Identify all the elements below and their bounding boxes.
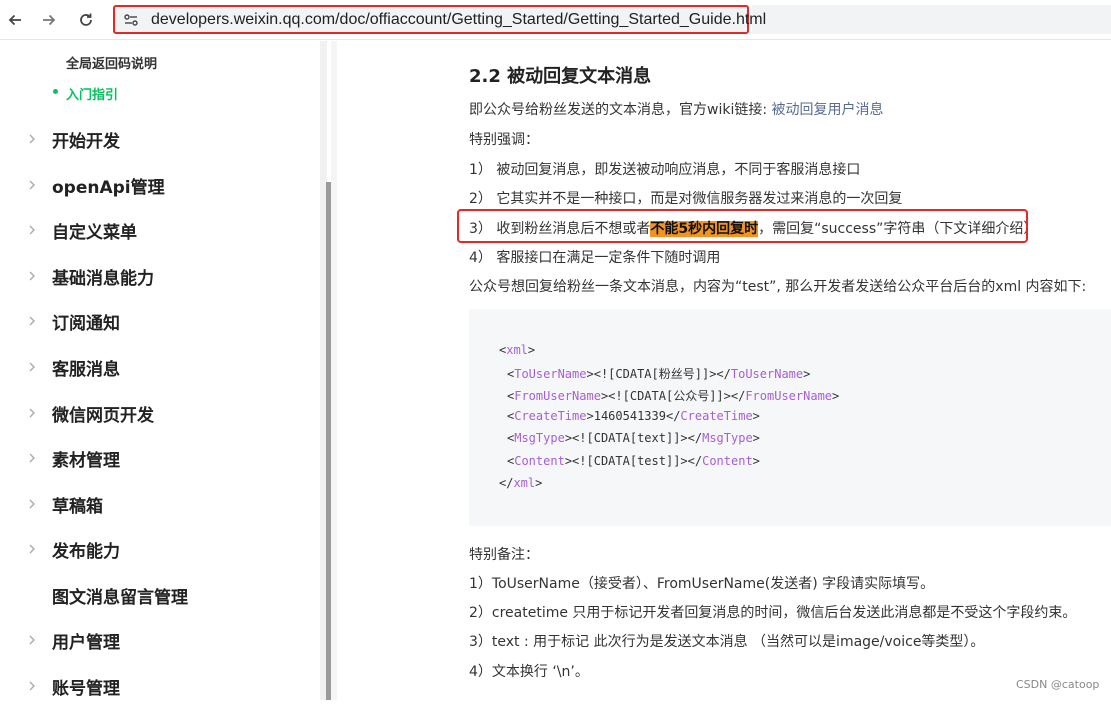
chevron-right-icon bbox=[29, 225, 35, 235]
sidebar-item-label: 自定义菜单 bbox=[52, 222, 137, 243]
sidebar-item-label: 账号管理 bbox=[52, 678, 120, 699]
code-tag: Content bbox=[514, 454, 565, 468]
browser-toolbar: developers.weixin.qq.com/doc/offiaccount… bbox=[0, 0, 1111, 40]
code-value: <![CDATA[公众号]]> bbox=[608, 389, 731, 403]
xml-intro: 公众号想回复给粉丝一条文本消息，内容为“test”, 那么开发者发送给公众平台后… bbox=[469, 279, 1087, 295]
sidebar-item-label: 开始开发 bbox=[52, 131, 120, 152]
point-4: 4） 客服接口在满足一定条件下随时调用 bbox=[469, 250, 721, 266]
sidebar-item-openapi[interactable]: openApi管理 bbox=[0, 165, 320, 205]
sidebar-item-label: openApi管理 bbox=[52, 177, 165, 198]
chevron-right-icon bbox=[29, 635, 35, 645]
note-1: 1）ToUserName（接受者）、FromUserName(发送者) 字段请实… bbox=[469, 576, 935, 592]
code-tag: FromUserName bbox=[514, 389, 601, 403]
code-line-open-root: <xml> bbox=[499, 343, 536, 357]
sidebar-item-account-management[interactable]: 账号管理 bbox=[0, 666, 320, 706]
chevron-right-icon bbox=[29, 408, 35, 418]
section-heading: 2.2 被动回复文本消息 bbox=[469, 66, 652, 87]
code-value: <![CDATA[粉丝号]]> bbox=[593, 367, 717, 381]
tune-icon[interactable] bbox=[123, 12, 139, 28]
code-tag: ToUserName bbox=[514, 367, 587, 381]
chevron-right-icon bbox=[29, 316, 35, 326]
sidebar-item-label: 素材管理 bbox=[52, 450, 120, 471]
note-4: 4）文本换行 ‘\n’。 bbox=[469, 664, 589, 680]
chevron-right-icon bbox=[29, 681, 35, 691]
sidebar-item-drafts[interactable]: 草稿箱 bbox=[0, 484, 320, 524]
notes-title: 特别备注： bbox=[469, 547, 539, 563]
sidebar-item-label: 订阅通知 bbox=[52, 313, 120, 334]
sidebar-item-label: 微信网页开发 bbox=[52, 405, 154, 426]
address-bar[interactable]: developers.weixin.qq.com/doc/offiaccount… bbox=[113, 5, 766, 34]
code-line: <CreateTime>1460541339</CreateTime> bbox=[507, 409, 760, 423]
sidebar-item-web-dev[interactable]: 微信网页开发 bbox=[0, 393, 320, 433]
intro-paragraph: 即公众号给粉丝发送的文本消息，官方wiki链接: 被动回复用户消息 bbox=[469, 99, 884, 119]
xml-code-block: <xml> <ToUserName><![CDATA[粉丝号]]></ToUse… bbox=[469, 309, 1111, 526]
omnibox-background bbox=[752, 5, 1111, 34]
active-indicator-dot bbox=[53, 89, 58, 94]
code-tag: xml bbox=[506, 343, 528, 357]
sidebar-item-user-management[interactable]: 用户管理 bbox=[0, 620, 320, 660]
code-tag: ToUserName bbox=[730, 367, 804, 381]
chevron-right-icon bbox=[29, 180, 35, 190]
code-tag: MsgType bbox=[514, 431, 565, 445]
url-text: developers.weixin.qq.com/doc/offiaccount… bbox=[151, 10, 767, 28]
code-tag: FromUserName bbox=[745, 389, 833, 403]
annotation-highlight-box bbox=[457, 209, 1028, 243]
code-line: <ToUserName><![CDATA[粉丝号]]></ToUserName> bbox=[507, 367, 811, 381]
sidebar-item-label: 用户管理 bbox=[52, 632, 120, 653]
sidebar-item-basic-messages[interactable]: 基础消息能力 bbox=[0, 256, 320, 296]
note-2: 2）createtime 只用于标记开发者回复消息的时间，微信后台发送此消息都是… bbox=[469, 605, 1077, 621]
code-tag: Content bbox=[702, 454, 753, 468]
note-3: 3）text : 用于标记 此次行为是发送文本消息 （当然可以是image/vo… bbox=[469, 634, 985, 650]
sidebar-item-customer-service[interactable]: 客服消息 bbox=[0, 347, 320, 387]
wiki-link[interactable]: 被动回复用户消息 bbox=[772, 102, 884, 118]
arrow-right-icon[interactable] bbox=[38, 9, 60, 31]
code-line-close-root: </xml> bbox=[499, 476, 543, 490]
chevron-right-icon bbox=[29, 271, 35, 281]
sidebar-item-subscribe-notify[interactable]: 订阅通知 bbox=[0, 301, 320, 341]
sidebar-item-label: 客服消息 bbox=[52, 359, 120, 380]
chevron-right-icon bbox=[29, 453, 35, 463]
arrow-left-icon[interactable] bbox=[4, 9, 26, 31]
sidebar-item-custom-menu[interactable]: 自定义菜单 bbox=[0, 210, 320, 250]
intro-text: 即公众号给粉丝发送的文本消息，官方wiki链接: bbox=[469, 102, 772, 118]
emphasis-title: 特别强调： bbox=[469, 132, 539, 148]
chevron-right-icon bbox=[29, 544, 35, 554]
sidebar-item-comments[interactable]: 图文消息留言管理 bbox=[0, 575, 320, 615]
code-line: <FromUserName><![CDATA[公众号]]></FromUserN… bbox=[507, 389, 840, 403]
code-value: 1460541339 bbox=[593, 409, 666, 423]
chevron-right-icon bbox=[29, 499, 35, 509]
code-tag: xml bbox=[513, 476, 536, 490]
chevron-right-icon bbox=[29, 362, 35, 372]
code-value: <![CDATA[test]]> bbox=[572, 454, 688, 468]
sidebar-item-label: 发布能力 bbox=[52, 541, 120, 562]
sidebar-item-label: 基础消息能力 bbox=[52, 268, 154, 289]
code-line: <MsgType><![CDATA[text]]></MsgType> bbox=[507, 431, 760, 445]
sidebar-subitem-global-return-codes[interactable]: 全局返回码说明 bbox=[66, 53, 157, 72]
chevron-right-icon bbox=[29, 134, 35, 144]
sidebar-item-materials[interactable]: 素材管理 bbox=[0, 438, 320, 478]
code-tag: MsgType bbox=[702, 431, 753, 445]
sidebar-item-start-dev[interactable]: 开始开发 bbox=[0, 119, 320, 159]
sidebar-item-label: 草稿箱 bbox=[52, 496, 103, 517]
sidebar-subitem-getting-started[interactable]: 入门指引 bbox=[66, 84, 118, 103]
sidebar: 全局返回码说明 入门指引 开始开发 openApi管理 自定义菜单 基础消息能力… bbox=[0, 41, 327, 700]
sidebar-item-publish[interactable]: 发布能力 bbox=[0, 529, 320, 569]
code-value: <![CDATA[text]]> bbox=[572, 431, 688, 445]
watermark: CSDN @catoop bbox=[1016, 678, 1100, 691]
code-line: <Content><![CDATA[test]]></Content> bbox=[507, 454, 760, 468]
code-tag: CreateTime bbox=[680, 409, 753, 423]
sidebar-item-label: 图文消息留言管理 bbox=[52, 587, 188, 608]
point-1: 1） 被动回复消息，即发送被动响应消息，不同于客服消息接口 bbox=[469, 162, 861, 178]
reload-icon[interactable] bbox=[75, 9, 97, 31]
code-tag: CreateTime bbox=[514, 409, 587, 423]
point-2: 2） 它其实并不是一种接口，而是对微信服务器发过来消息的一次回复 bbox=[469, 191, 903, 207]
